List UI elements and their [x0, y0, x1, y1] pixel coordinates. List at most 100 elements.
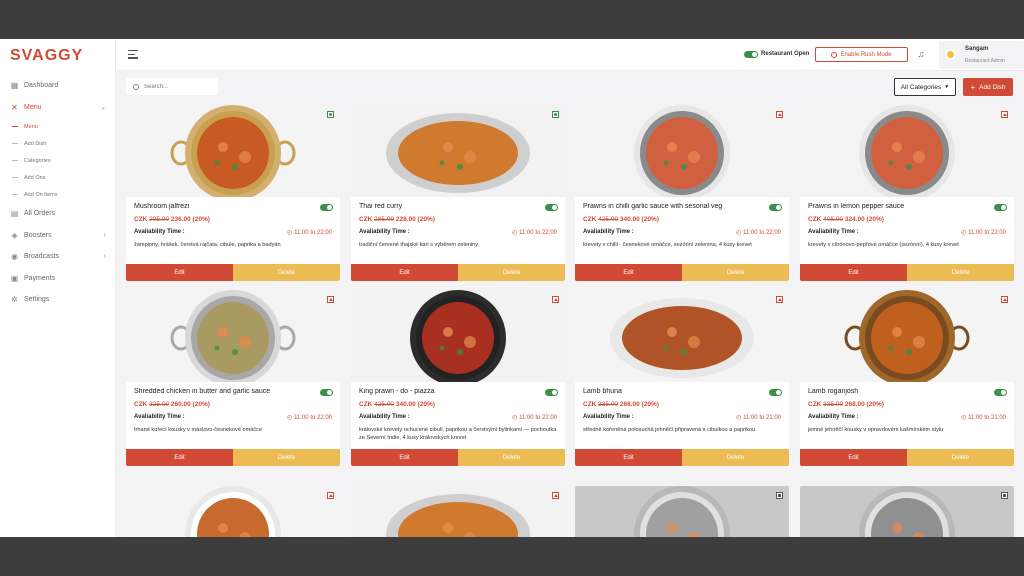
edit-button[interactable]: Edit — [800, 264, 907, 281]
plus-icon: + — [970, 82, 976, 92]
user-menu[interactable]: Sangam Restaurant Admin — [939, 41, 1024, 69]
dish-price: CZK 285.00 228.00 (20%) — [359, 216, 557, 223]
dish-card: Prawns in lemon pepper sauce CZK 405.00 3… — [800, 105, 1014, 281]
dish-availability-toggle[interactable] — [320, 389, 333, 396]
dish-availability-toggle[interactable] — [545, 204, 558, 211]
delete-button[interactable]: Delete — [458, 449, 565, 466]
currency: CZK — [134, 401, 148, 408]
hamburger-menu-icon[interactable] — [128, 50, 138, 59]
sidebar-item-payments[interactable]: ▣ Payments — [0, 268, 116, 290]
dish-description: královské krevety ochucené cibulí, papri… — [359, 427, 557, 441]
submenu-item-add-dish[interactable]: Add Dish — [0, 135, 116, 152]
availability-time: ◴ 11:00 to 22:00 — [287, 230, 332, 236]
dish-availability-toggle[interactable] — [320, 204, 333, 211]
sidebar-item-broadcasts[interactable]: ◉ Broadcasts › — [0, 246, 116, 268]
sidebar-item-dashboard[interactable]: ▦ Dashboard — [0, 75, 116, 97]
availability-label: Avaliability Time : — [808, 229, 859, 235]
rush-button-label: Enable Rush Mode — [840, 51, 892, 58]
discounted-price: 340.00 (20%) — [395, 401, 435, 408]
currency: CZK — [359, 216, 373, 223]
submenu-item-menu[interactable]: Menu — [0, 118, 116, 135]
sidebar-item-all-orders[interactable]: ▤ All Orders — [0, 203, 116, 225]
discounted-price: 324.00 (20%) — [844, 216, 884, 223]
orders-icon: ▤ — [10, 209, 19, 219]
delete-button[interactable]: Delete — [233, 449, 340, 466]
nonveg-indicator-icon — [327, 296, 334, 303]
sidebar-item-settings[interactable]: ✲ Settings — [0, 289, 116, 311]
edit-button[interactable]: Edit — [351, 264, 458, 281]
gear-icon: ✲ — [11, 295, 18, 305]
broadcast-icon: ◉ — [11, 252, 18, 262]
dish-photo — [351, 486, 565, 537]
item-indicator-icon — [776, 492, 783, 499]
submenu-label: Add Dish — [24, 140, 47, 147]
submenu-item-add-on-items[interactable]: Add On Items — [0, 186, 116, 203]
delete-button[interactable]: Delete — [907, 449, 1014, 466]
fork-knife-icon: ✕ — [11, 102, 18, 112]
old-price: 325.00 — [149, 401, 170, 408]
sidebar-item-label: Settings — [24, 296, 50, 304]
sidebar-item-menu[interactable]: ✕ Menu ⌄ — [0, 97, 116, 119]
dish-image — [126, 105, 340, 197]
old-price: 335.00 — [823, 401, 844, 408]
delete-button[interactable]: Delete — [458, 264, 565, 281]
dish-price: CZK 325.00 260.00 (20%) — [134, 401, 332, 408]
user-role: Restaurant Admin — [965, 58, 1005, 64]
edit-button[interactable]: Edit — [575, 449, 682, 466]
availability-time: ◴ 11:00 to 21:00 — [961, 415, 1006, 421]
submenu-item-add-ons[interactable]: Add Ons — [0, 169, 116, 186]
search-input[interactable] — [144, 83, 214, 90]
dish-image — [351, 486, 565, 537]
dish-availability-toggle[interactable] — [769, 204, 782, 211]
chevron-right-icon: › — [103, 231, 106, 239]
edit-button[interactable]: Edit — [126, 264, 233, 281]
dish-description: středně kořeněná polosuchá jehněčí připr… — [583, 427, 756, 433]
dish-availability-toggle[interactable] — [769, 389, 782, 396]
edit-button[interactable]: Edit — [800, 449, 907, 466]
dish-card: Prawns in chilli garlic sauce with seson… — [575, 105, 789, 281]
restaurant-open-toggle[interactable] — [744, 51, 758, 58]
dish-availability-toggle[interactable] — [994, 204, 1007, 211]
bell-icon[interactable]: ♫ — [916, 49, 926, 60]
dish-photo — [126, 105, 340, 197]
discounted-price: 268.00 (20%) — [619, 401, 659, 408]
availability-label: Avaliability Time : — [134, 414, 185, 420]
delete-button[interactable]: Delete — [907, 264, 1014, 281]
availability-time: ◴ 11:00 to 22:00 — [961, 230, 1006, 236]
sidebar-item-boosters[interactable]: ◈ Boosters › — [0, 225, 116, 247]
delete-button[interactable]: Delete — [682, 449, 789, 466]
chevron-right-icon: › — [103, 253, 106, 261]
search-icon — [133, 83, 139, 90]
sidebar-item-label: Dashboard — [24, 82, 59, 90]
old-price: 425.00 — [374, 401, 395, 408]
delete-button[interactable]: Delete — [682, 264, 789, 281]
dish-availability-toggle[interactable] — [545, 389, 558, 396]
edit-button[interactable]: Edit — [126, 449, 233, 466]
item-indicator-icon — [1001, 492, 1008, 499]
submenu-item-categories[interactable]: Categories — [0, 152, 116, 169]
category-select[interactable]: All Categories ▼ — [894, 78, 956, 96]
edit-button[interactable]: Edit — [575, 264, 682, 281]
enable-rush-mode-button[interactable]: Enable Rush Mode — [815, 47, 908, 62]
letterbox-top — [0, 0, 1024, 39]
veg-indicator-icon — [552, 111, 559, 118]
dish-name: Prawns in chilli garlic sauce with seson… — [583, 203, 723, 210]
dish-card — [800, 486, 1014, 537]
delete-button[interactable]: Delete — [233, 264, 340, 281]
dish-price: CZK 295.00 236.00 (20%) — [134, 216, 332, 223]
nonveg-indicator-icon — [1001, 296, 1008, 303]
nonveg-indicator-icon — [327, 492, 334, 499]
dish-photo — [126, 486, 340, 537]
chevron-down-icon: ⌄ — [100, 104, 106, 112]
currency: CZK — [359, 401, 373, 408]
add-dish-button[interactable]: + Add Dish — [963, 78, 1013, 96]
dish-availability-toggle[interactable] — [994, 389, 1007, 396]
letterbox-bottom — [0, 537, 1024, 576]
edit-button[interactable]: Edit — [351, 449, 458, 466]
dish-photo — [800, 105, 1014, 197]
search-box[interactable] — [126, 78, 218, 95]
dish-card — [351, 486, 565, 537]
dish-price: CZK 425.00 340.00 (20%) — [359, 401, 557, 408]
submenu-label: Add Ons — [24, 174, 46, 181]
availability-time: ◴ 11:00 to 22:00 — [512, 230, 557, 236]
